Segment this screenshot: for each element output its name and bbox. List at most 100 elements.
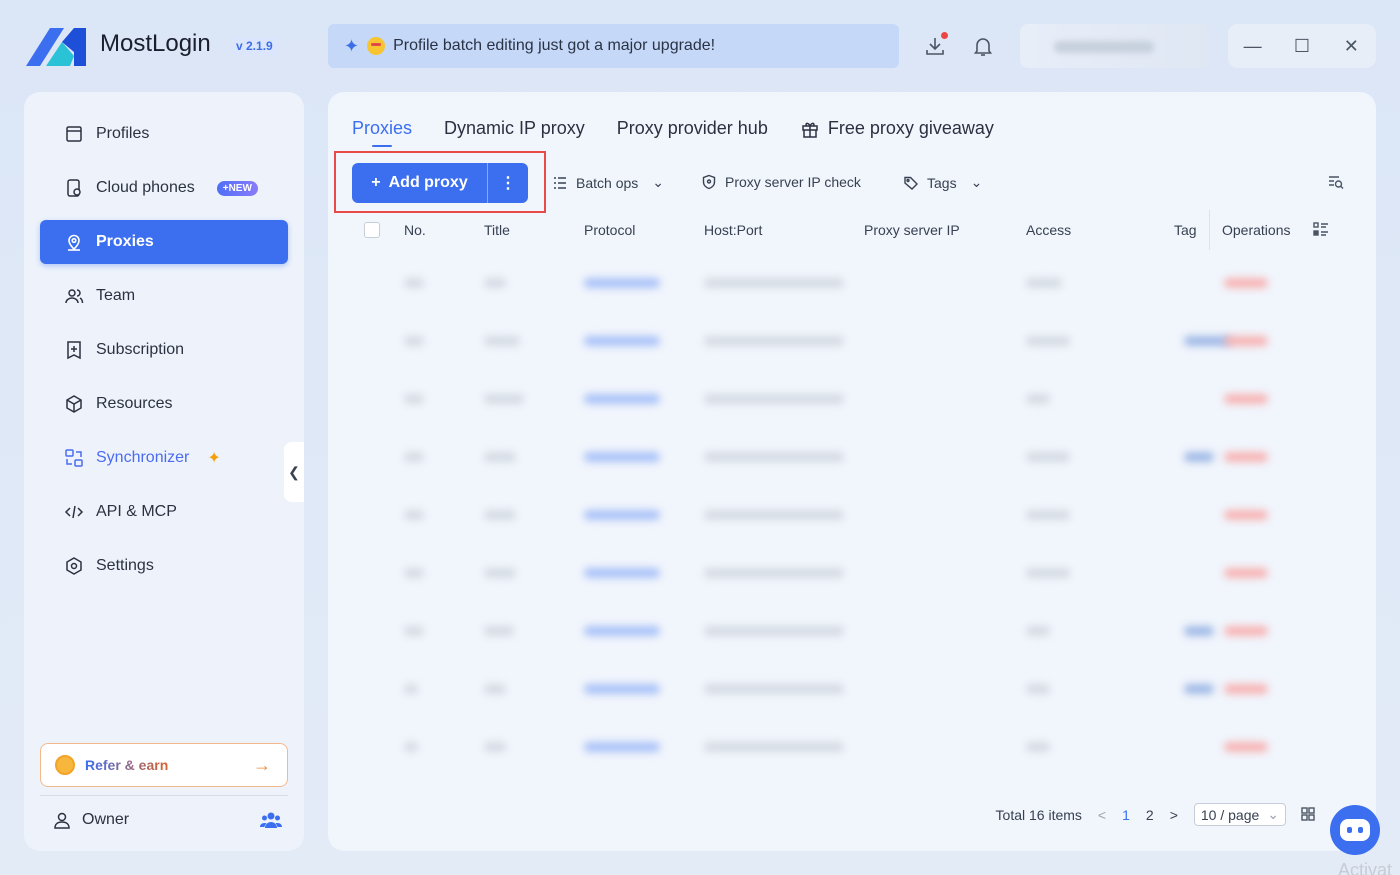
tag-icon [904, 176, 918, 190]
column-header[interactable]: Tag [1174, 222, 1197, 238]
column-header[interactable]: Host:Port [704, 222, 762, 238]
window-controls: — ☐ ✕ [1228, 24, 1376, 68]
settings-icon [66, 557, 82, 575]
app-name: MostLogin [100, 30, 211, 57]
tab-dynamic-ip-proxy[interactable]: Dynamic IP proxy [444, 118, 585, 145]
sidebar-item-label: Synchronizer [96, 449, 190, 466]
sidebar-item-label: Proxies [96, 233, 154, 250]
table-row[interactable] [352, 312, 1360, 370]
row-title [484, 278, 506, 288]
row-host-port [704, 568, 844, 578]
sidebar: Profiles Cloud phones +NEW Proxies Team … [24, 92, 304, 851]
table-row[interactable] [352, 254, 1360, 312]
page-1-button[interactable]: 1 [1122, 807, 1130, 823]
phone-icon [67, 179, 81, 197]
subscription-icon [67, 341, 81, 360]
table-row[interactable] [352, 370, 1360, 428]
row-host-port [704, 742, 844, 752]
tags-dropdown[interactable]: Tags ⌄ [903, 174, 982, 191]
row-number [404, 278, 424, 288]
ai-assistant-button[interactable] [1330, 805, 1380, 855]
owner-account[interactable]: Owner [52, 808, 282, 832]
table-row[interactable] [352, 602, 1360, 660]
tab-label: Free proxy giveaway [827, 118, 994, 138]
row-number [404, 742, 418, 752]
add-proxy-label: Add proxy [388, 174, 468, 191]
row-title [484, 510, 516, 520]
table-row[interactable] [352, 428, 1360, 486]
row-operations [1224, 510, 1268, 520]
shield-icon [702, 174, 716, 190]
profiles-icon [66, 126, 82, 142]
sidebar-item-subscription[interactable]: Subscription [40, 328, 288, 372]
row-protocol [584, 278, 660, 288]
row-protocol [584, 742, 660, 752]
row-access [1026, 684, 1050, 694]
row-title [484, 684, 506, 694]
tags-label: Tags [927, 174, 957, 191]
batch-ops-dropdown[interactable]: Batch ops ⌄ [552, 174, 664, 191]
tab-proxies[interactable]: Proxies [352, 118, 412, 145]
close-button[interactable]: ✕ [1333, 36, 1369, 57]
page-size-select[interactable]: 10 / page ⌄ [1193, 803, 1286, 826]
table-row[interactable] [352, 718, 1360, 776]
table-row[interactable] [352, 486, 1360, 544]
plus-icon: + [371, 174, 381, 191]
column-header[interactable]: Proxy server IP [864, 222, 960, 238]
minimize-button[interactable]: — [1235, 36, 1271, 57]
proxy-ip-check-button[interactable]: Proxy server IP check [701, 174, 861, 190]
table-row[interactable] [352, 660, 1360, 718]
sidebar-item-profiles[interactable]: Profiles [40, 112, 288, 156]
row-title [484, 742, 506, 752]
table-row[interactable] [352, 544, 1360, 602]
tab-proxy-provider-hub[interactable]: Proxy provider hub [617, 118, 768, 145]
row-tag [1184, 684, 1214, 694]
arrow-right-icon: → [253, 754, 271, 775]
row-tag [1184, 626, 1214, 636]
search-columns-icon[interactable] [1328, 174, 1344, 190]
sidebar-item-api-mcp[interactable]: API & MCP [40, 490, 288, 534]
column-header[interactable]: Title [484, 222, 510, 238]
more-options-icon[interactable]: ⋮ [488, 173, 528, 193]
add-proxy-button[interactable]: + Add proxy ⋮ [352, 163, 528, 203]
sidebar-item-synchronizer[interactable]: Synchronizer ✦ [40, 436, 288, 480]
column-header[interactable]: Access [1026, 222, 1071, 238]
maximize-button[interactable]: ☐ [1284, 36, 1320, 57]
robot-icon [1340, 819, 1370, 841]
star-eyes-emoji-icon [367, 37, 386, 55]
download-notification-dot [941, 32, 948, 39]
tab-free-proxy-giveaway[interactable]: Free proxy giveaway [800, 118, 994, 145]
column-header[interactable]: No. [404, 222, 426, 238]
sidebar-item-settings[interactable]: Settings [40, 544, 288, 588]
sidebar-item-team[interactable]: Team [40, 274, 288, 318]
column-divider [1209, 210, 1210, 250]
sidebar-item-cloud-phones[interactable]: Cloud phones +NEW [40, 166, 288, 210]
announcement-banner[interactable]: ✦ Profile batch editing just got a major… [328, 24, 899, 68]
chevron-down-icon: ⌄ [1267, 806, 1279, 822]
prev-page-button[interactable]: < [1098, 807, 1106, 823]
grid-view-icon[interactable] [1300, 806, 1316, 822]
team-switch-icon[interactable] [260, 810, 282, 830]
row-protocol [584, 684, 660, 694]
row-tag [1184, 452, 1214, 462]
next-page-button[interactable]: > [1170, 807, 1178, 823]
refer-earn-button[interactable]: Refer & earn → [40, 743, 288, 787]
column-settings-icon[interactable] [1312, 220, 1330, 238]
row-host-port [704, 626, 844, 636]
sidebar-item-proxies[interactable]: Proxies [40, 220, 288, 264]
user-account-pill[interactable] [1020, 24, 1210, 68]
sidebar-item-resources[interactable]: Resources [40, 382, 288, 426]
column-header[interactable]: Protocol [584, 222, 635, 238]
party-icon: ✦ [344, 35, 360, 56]
row-access [1026, 568, 1070, 578]
select-all-checkbox[interactable] [364, 222, 380, 238]
row-number [404, 626, 424, 636]
bell-icon[interactable] [971, 34, 995, 58]
collapse-sidebar-button[interactable]: ❮ [284, 442, 304, 502]
row-protocol [584, 452, 660, 462]
row-title [484, 452, 516, 462]
row-host-port [704, 510, 844, 520]
page-2-button[interactable]: 2 [1146, 807, 1154, 823]
tab-label: Dynamic IP proxy [444, 118, 585, 138]
team-icon [65, 289, 84, 304]
